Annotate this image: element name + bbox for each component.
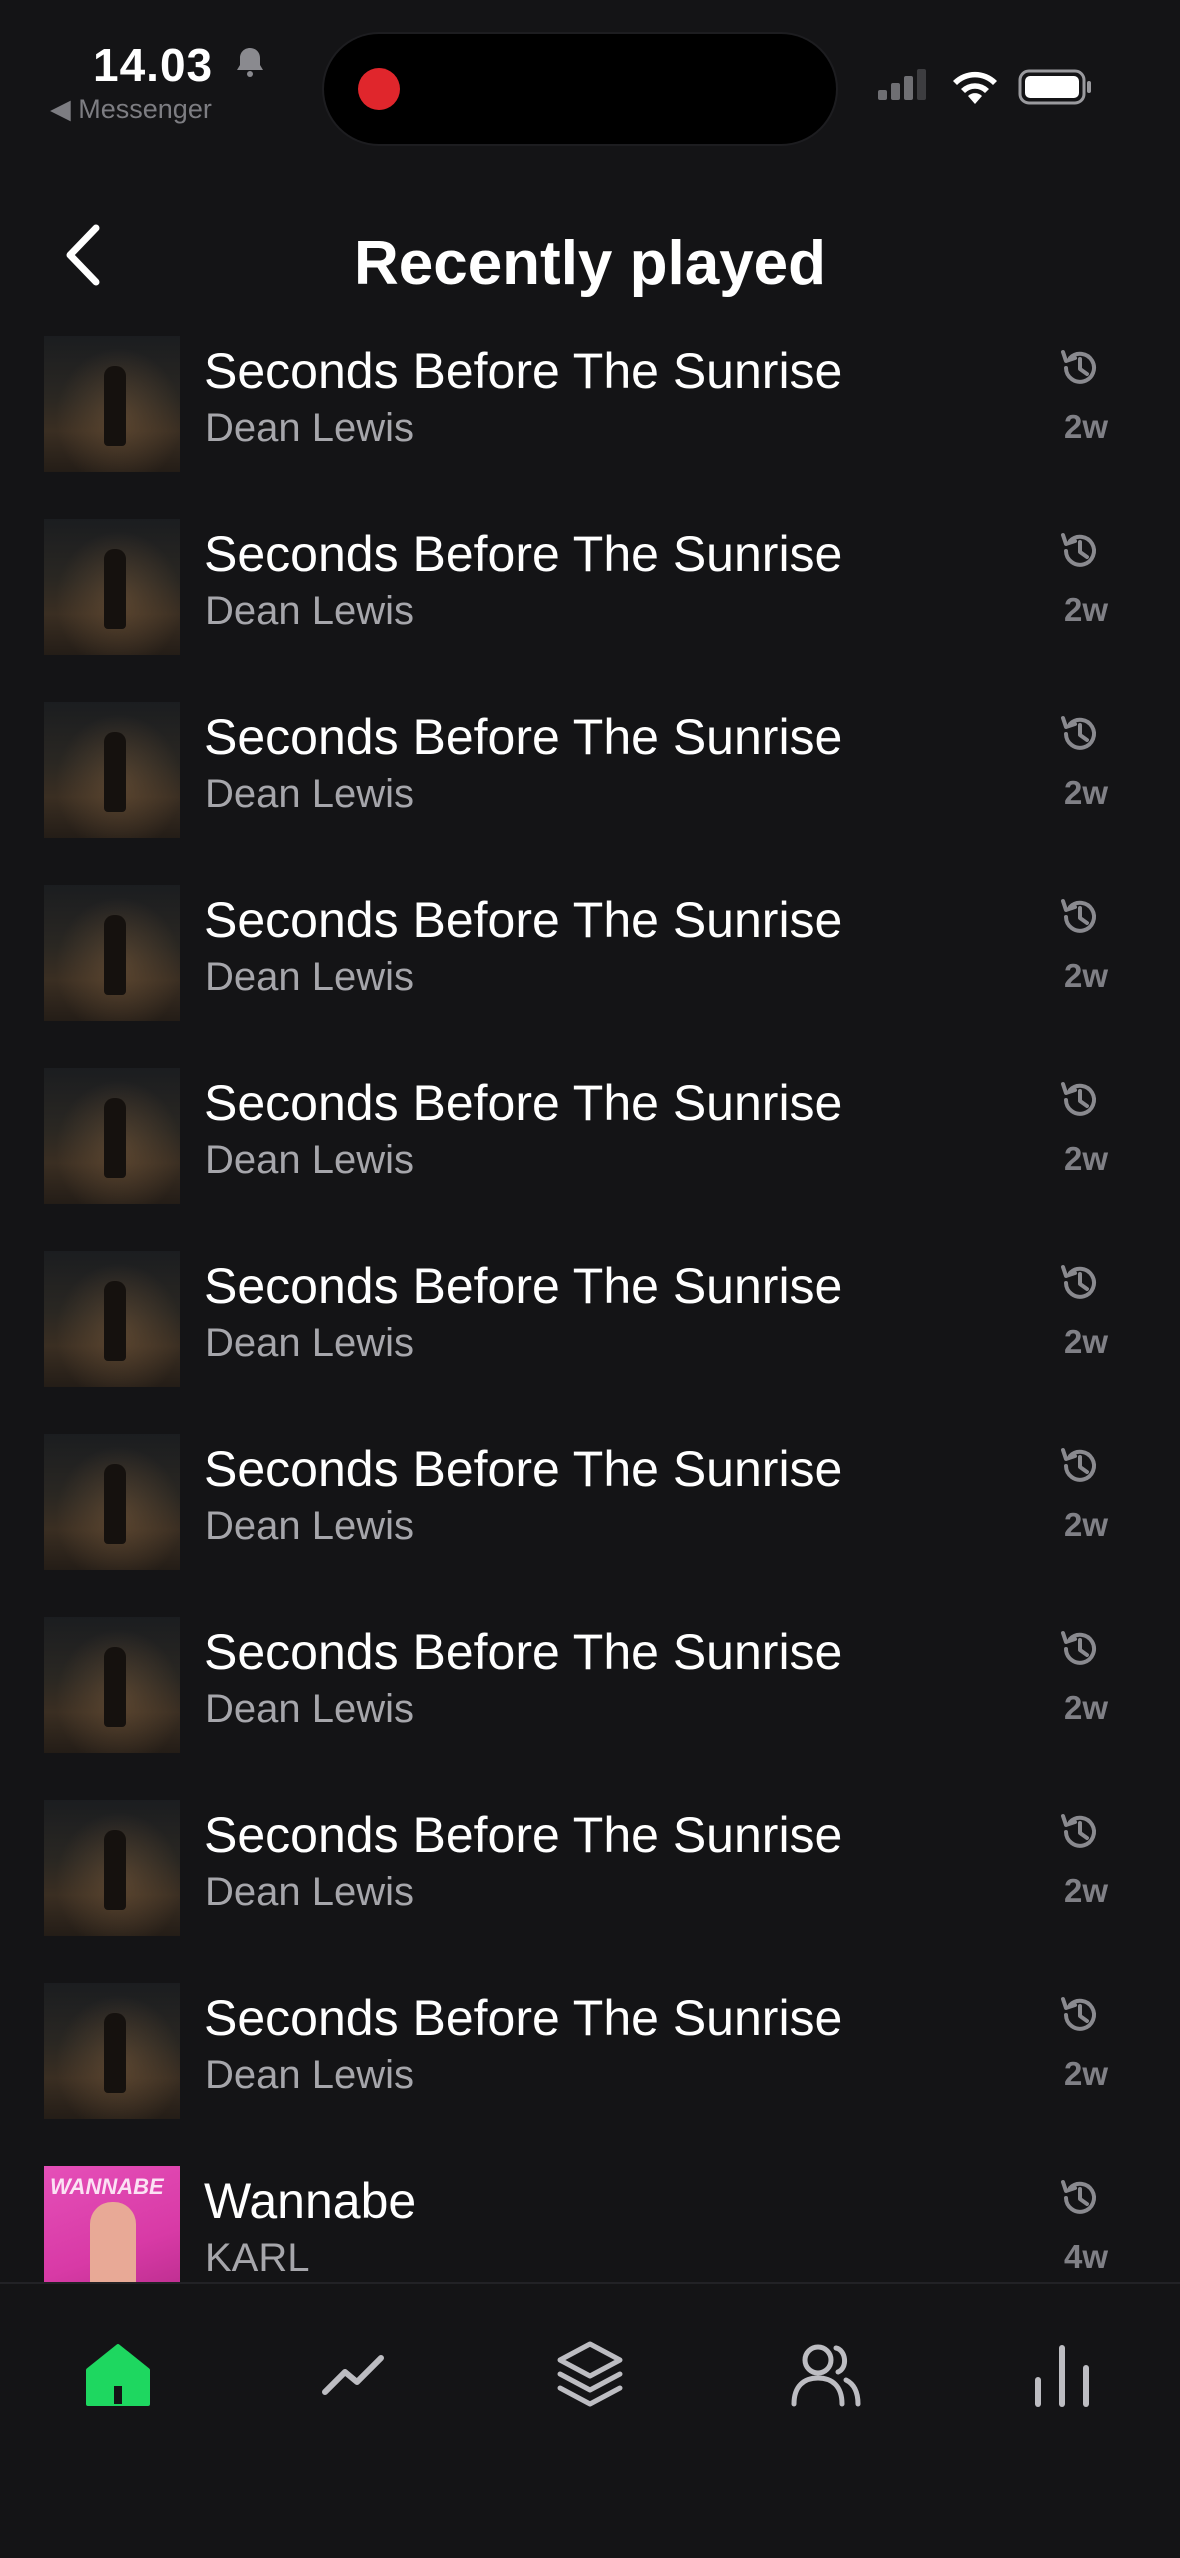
track-artist: Dean Lewis — [205, 1870, 415, 1914]
track-row[interactable]: Seconds Before The Sunrise Dean Lewis 2w — [0, 1943, 1180, 2126]
track-title: Seconds Before The Sunrise — [204, 1990, 843, 2046]
bar-chart-icon — [1035, 2345, 1089, 2407]
played-ago-label: 2w — [1063, 774, 1108, 811]
album-art-figure — [104, 732, 126, 812]
bottom-navigation — [0, 2282, 1180, 2558]
layers-icon — [557, 2341, 623, 2407]
track-title: Seconds Before The Sunrise — [204, 1807, 843, 1863]
history-icon — [1055, 1990, 1105, 2040]
history-icon — [1055, 1258, 1105, 1308]
history-icon — [1055, 709, 1105, 759]
album-art-figure — [104, 549, 126, 629]
cellular-signal-icon — [878, 69, 926, 100]
album-art-figure — [104, 2013, 126, 2093]
track-artist: Dean Lewis — [205, 589, 415, 633]
album-art-figure — [104, 915, 126, 995]
track-artist: Dean Lewis — [205, 955, 415, 999]
track-row[interactable]: Seconds Before The Sunrise Dean Lewis 2w — [0, 1394, 1180, 1577]
played-ago-label: 2w — [1063, 1506, 1108, 1543]
trending-icon — [322, 2355, 384, 2395]
played-ago-label: 2w — [1063, 1689, 1108, 1726]
status-bar: 14.03 ◀ Messenger — [0, 0, 1180, 150]
recording-indicator-icon — [358, 68, 400, 110]
album-art — [44, 1068, 180, 1204]
page-header: Recently played — [0, 150, 1180, 332]
nav-library-button[interactable] — [550, 2334, 630, 2414]
nav-friends-button[interactable] — [786, 2334, 866, 2414]
album-art — [44, 1434, 180, 1570]
track-artist: Dean Lewis — [205, 406, 415, 450]
track-title: Seconds Before The Sunrise — [204, 526, 843, 582]
track-row[interactable]: Seconds Before The Sunrise Dean Lewis 2w — [0, 1760, 1180, 1943]
track-artist: Dean Lewis — [205, 1138, 415, 1182]
history-icon — [1055, 526, 1105, 576]
status-time: 14.03 — [93, 39, 214, 91]
album-art — [44, 1800, 180, 1936]
dynamic-island — [324, 34, 836, 144]
nav-home-button[interactable] — [78, 2334, 158, 2414]
nav-stats-button[interactable] — [1022, 2334, 1102, 2414]
users-icon — [791, 2344, 861, 2407]
history-icon — [1055, 1441, 1105, 1491]
track-artist: KARL — [205, 2236, 310, 2280]
track-artist: Dean Lewis — [205, 1321, 415, 1365]
album-art — [44, 1983, 180, 2119]
recently-played-list: Seconds Before The Sunrise Dean Lewis 2w Se… — [0, 296, 1180, 2309]
album-art — [44, 702, 180, 838]
played-ago-label: 2w — [1063, 591, 1108, 628]
track-artist: Dean Lewis — [205, 1687, 415, 1731]
nav-trending-button[interactable] — [313, 2334, 393, 2414]
album-art-figure — [104, 1830, 126, 1910]
album-art — [44, 519, 180, 655]
track-title: Seconds Before The Sunrise — [204, 1258, 843, 1314]
played-ago-label: 2w — [1063, 2055, 1108, 2092]
track-row[interactable]: Seconds Before The Sunrise Dean Lewis 2w — [0, 1577, 1180, 1760]
album-art-figure — [104, 1464, 126, 1544]
history-icon — [1055, 1624, 1105, 1674]
track-title: Seconds Before The Sunrise — [204, 709, 843, 765]
track-title: Wannabe — [204, 2173, 417, 2229]
album-art-figure — [104, 1098, 126, 1178]
history-icon — [1055, 343, 1105, 393]
battery-icon — [1018, 69, 1091, 105]
album-art-figure — [104, 1647, 126, 1727]
track-title: Seconds Before The Sunrise — [204, 1075, 843, 1131]
played-ago-label: 4w — [1063, 2238, 1108, 2275]
back-to-app-link[interactable]: ◀ Messenger — [50, 94, 212, 125]
page-title: Recently played — [353, 229, 827, 298]
track-artist: Dean Lewis — [205, 2053, 415, 2097]
track-row[interactable]: Seconds Before The Sunrise Dean Lewis 2w — [0, 1028, 1180, 1211]
home-icon — [86, 2344, 150, 2406]
track-row[interactable]: Seconds Before The Sunrise Dean Lewis 2w — [0, 479, 1180, 662]
history-icon — [1055, 892, 1105, 942]
album-art — [44, 1617, 180, 1753]
track-artist: Dean Lewis — [205, 1504, 415, 1548]
album-art-figure — [104, 1281, 126, 1361]
bell-icon — [237, 48, 263, 77]
played-ago-label: 2w — [1063, 1323, 1108, 1360]
track-title: Seconds Before The Sunrise — [204, 1441, 843, 1497]
played-ago-label: 2w — [1063, 408, 1108, 445]
album-art — [44, 885, 180, 1021]
history-icon — [1055, 1075, 1105, 1125]
track-title: Seconds Before The Sunrise — [204, 892, 843, 948]
track-row[interactable]: Seconds Before The Sunrise Dean Lewis 2w — [0, 662, 1180, 845]
history-icon — [1055, 2173, 1105, 2223]
played-ago-label: 2w — [1063, 1872, 1108, 1909]
album-art-figure — [104, 366, 126, 446]
track-title: Seconds Before The Sunrise — [204, 343, 843, 399]
album-art — [44, 336, 180, 472]
history-icon — [1055, 1807, 1105, 1857]
played-ago-label: 2w — [1063, 1140, 1108, 1177]
track-row[interactable]: Seconds Before The Sunrise Dean Lewis 2w — [0, 1211, 1180, 1394]
played-ago-label: 2w — [1063, 957, 1108, 994]
track-row[interactable]: Seconds Before The Sunrise Dean Lewis 2w — [0, 845, 1180, 1028]
track-title: Seconds Before The Sunrise — [204, 1624, 843, 1680]
album-art — [44, 1251, 180, 1387]
album-art-text: WANNABE — [50, 2174, 164, 2199]
track-artist: Dean Lewis — [205, 772, 415, 816]
wifi-icon — [953, 71, 997, 104]
